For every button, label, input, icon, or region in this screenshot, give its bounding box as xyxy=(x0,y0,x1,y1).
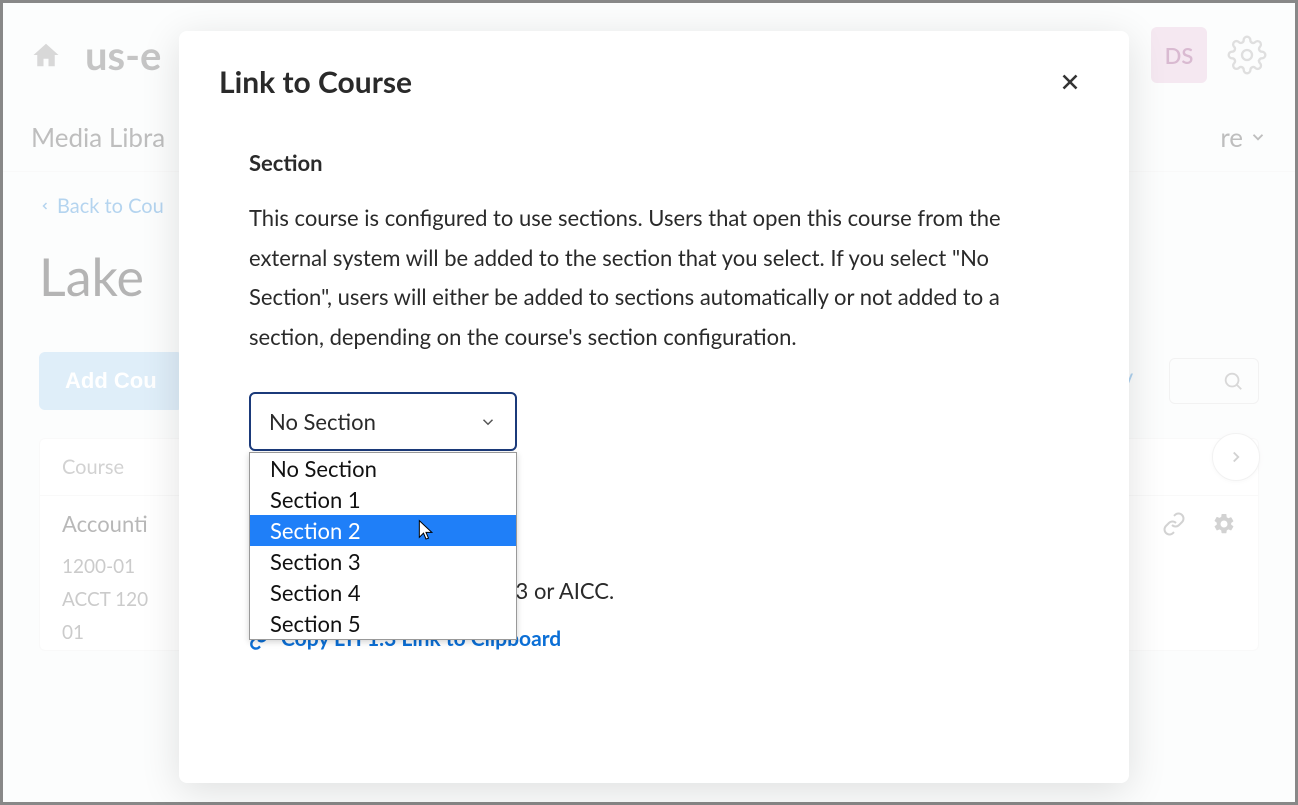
section-heading: Section xyxy=(249,149,1059,176)
close-button[interactable] xyxy=(1051,63,1089,101)
section-option[interactable]: Section 5 xyxy=(250,608,516,639)
section-select[interactable]: No Section xyxy=(249,392,517,451)
section-description: This course is configured to use section… xyxy=(249,198,1009,356)
link-to-course-modal: Link to Course Section This course is co… xyxy=(179,31,1129,783)
section-option[interactable]: Section 1 xyxy=(250,484,516,515)
modal-title: Link to Course xyxy=(219,64,412,100)
section-option[interactable]: Section 3 xyxy=(250,546,516,577)
cursor-icon xyxy=(416,516,436,542)
section-dropdown[interactable]: No SectionSection 1Section 2Section 3Sec… xyxy=(249,452,517,640)
select-value: No Section xyxy=(269,408,376,435)
chevron-down-icon xyxy=(479,413,497,431)
section-option[interactable]: Section 2 xyxy=(250,515,516,546)
section-option[interactable]: Section 4 xyxy=(250,577,516,608)
spacer xyxy=(249,654,1059,783)
section-option[interactable]: No Section xyxy=(250,453,516,484)
close-icon xyxy=(1057,69,1083,95)
